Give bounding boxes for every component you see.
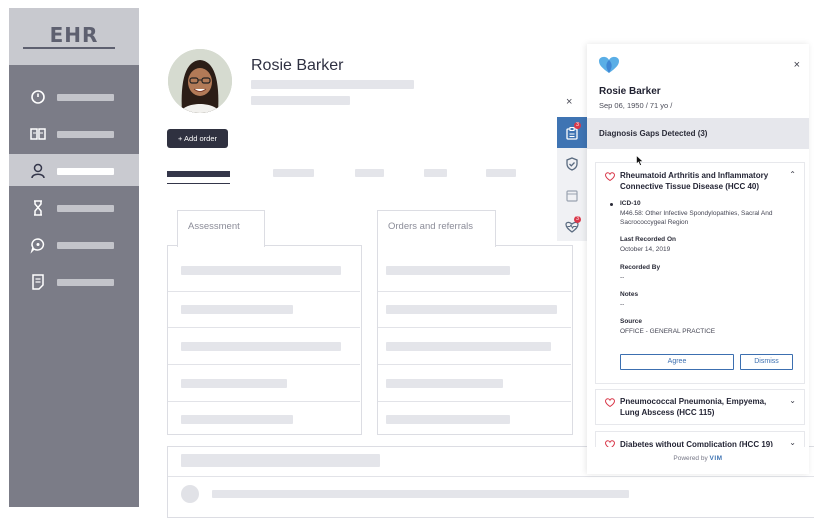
diagnosis-title: Pneumococcal Pneumonia, Empyema, Lung Ab… <box>620 397 767 417</box>
heart-icon <box>605 398 615 407</box>
card-actions: Agree Dismiss <box>596 354 804 370</box>
notes-label: Notes <box>620 291 639 298</box>
sidebar-item-label-placeholder <box>57 279 114 286</box>
chevron-up-icon[interactable]: ⌃ <box>789 170 796 179</box>
user-icon <box>31 163 45 179</box>
drawer-patient-name: Rosie Barker <box>599 86 661 97</box>
bottom-card-text-placeholder <box>212 490 629 498</box>
avatar-placeholder <box>181 485 199 503</box>
patient-name: Rosie Barker <box>251 57 344 74</box>
row-placeholder <box>181 415 293 424</box>
notification-badge: 3 <box>574 216 581 223</box>
logo-underline <box>23 47 115 49</box>
tab-placeholder[interactable] <box>486 169 516 177</box>
sidebar-item-chat[interactable] <box>9 228 139 260</box>
row-placeholder <box>386 379 503 388</box>
row-divider <box>168 401 360 402</box>
close-drawer-icon[interactable]: × <box>794 59 800 71</box>
powered-by: Powered by VIM <box>587 455 809 462</box>
row-placeholder <box>386 415 510 424</box>
diagnosis-gaps-header: Diagnosis Gaps Detected (3) <box>587 118 809 149</box>
add-order-button[interactable]: + Add order <box>167 129 228 148</box>
assessment-tab[interactable]: Assessment <box>177 210 265 247</box>
patient-info-placeholder <box>251 80 414 89</box>
assessment-tab-label: Assessment <box>188 221 240 232</box>
notification-badge: 3 <box>574 122 581 129</box>
row-placeholder <box>181 342 341 351</box>
row-divider <box>378 291 571 292</box>
tab-active[interactable] <box>167 171 230 177</box>
chat-icon <box>30 238 45 254</box>
row-divider <box>378 327 571 328</box>
last-recorded-value: October 14, 2019 <box>620 246 671 253</box>
icd-label: ICD-10 <box>620 200 641 207</box>
recorded-by-value: -- <box>620 274 625 281</box>
sidebar-item-document[interactable] <box>9 265 139 297</box>
ehr-sidebar: EHR <box>9 8 139 507</box>
chevron-down-icon[interactable]: ⌄ <box>789 438 796 447</box>
sidebar-item-label-placeholder <box>57 131 114 138</box>
ehr-logo-text: EHR <box>49 23 99 47</box>
row-placeholder <box>386 305 557 314</box>
tab-placeholder[interactable] <box>273 169 314 177</box>
sidebar-item-label-placeholder <box>57 242 114 249</box>
row-placeholder <box>386 266 510 275</box>
dismiss-button[interactable]: Dismiss <box>740 354 793 370</box>
sidebar-item-patient[interactable] <box>9 154 139 186</box>
document-icon <box>32 274 44 290</box>
chevron-down-icon[interactable]: ⌄ <box>789 396 796 405</box>
row-placeholder <box>181 305 293 314</box>
avatar-photo <box>168 49 232 113</box>
ehr-logo: EHR <box>9 8 139 65</box>
sidebar-item-hourglass[interactable] <box>9 191 139 223</box>
bottom-card-heading-placeholder <box>181 454 380 467</box>
drawer-patient-dob: Sep 06, 1950 / 71 yo / <box>599 101 673 110</box>
tab-placeholder[interactable] <box>424 169 447 177</box>
orders-tab[interactable]: Orders and referrals <box>377 210 496 247</box>
row-divider <box>378 401 571 402</box>
sidebar-item-label-placeholder <box>57 94 114 101</box>
calendar-icon[interactable] <box>565 189 579 203</box>
shield-check-icon[interactable] <box>565 157 579 171</box>
sidebar-item-label-placeholder <box>57 168 114 175</box>
row-placeholder <box>386 342 551 351</box>
source-label: Source <box>620 318 643 325</box>
source-value: OFFICE - GENERAL PRACTICE <box>620 328 716 335</box>
vim-brand-logo: VIM <box>709 455 723 462</box>
tab-underline <box>167 183 230 184</box>
hourglass-icon <box>34 200 42 216</box>
sidebar-item-book[interactable] <box>9 117 139 149</box>
powered-by-text: Powered by <box>673 455 708 462</box>
patient-avatar <box>168 49 232 113</box>
icd-value: M46.58: Other Infective Spondylopathies,… <box>620 210 773 226</box>
diagnosis-card-collapsed[interactable]: Pneumococcal Pneumonia, Empyema, Lung Ab… <box>595 389 805 425</box>
row-divider <box>378 364 571 365</box>
diagnosis-drawer: × Rosie Barker Sep 06, 1950 / 71 yo / Di… <box>587 44 809 474</box>
notes-value: -- <box>620 301 625 308</box>
row-divider <box>168 476 814 477</box>
vim-heart-logo-icon <box>599 56 619 73</box>
row-placeholder <box>181 379 287 388</box>
row-divider <box>168 327 360 328</box>
tab-placeholder[interactable] <box>355 169 384 177</box>
row-divider <box>168 291 360 292</box>
row-placeholder <box>181 266 341 275</box>
dashboard-icon <box>31 90 45 104</box>
mouse-cursor-icon <box>636 155 644 166</box>
heart-icon <box>605 172 615 181</box>
diagnosis-gaps-title: Diagnosis Gaps Detected (3) <box>599 129 708 138</box>
patient-info-placeholder <box>251 96 350 105</box>
sidebar-item-dashboard[interactable] <box>9 80 139 112</box>
bullet-icon <box>610 203 613 206</box>
diagnosis-title: Rheumatoid Arthritis and Inflammatory Co… <box>620 171 769 191</box>
last-recorded-label: Last Recorded On <box>620 236 676 243</box>
sidebar-item-label-placeholder <box>57 205 114 212</box>
orders-tab-label: Orders and referrals <box>388 221 474 232</box>
agree-button[interactable]: Agree <box>620 354 734 370</box>
close-panel-icon[interactable]: × <box>566 96 572 108</box>
diagnosis-card-expanded: Rheumatoid Arthritis and Inflammatory Co… <box>595 162 805 384</box>
recorded-by-label: Recorded By <box>620 264 661 271</box>
book-icon <box>30 128 46 140</box>
row-divider <box>168 364 360 365</box>
